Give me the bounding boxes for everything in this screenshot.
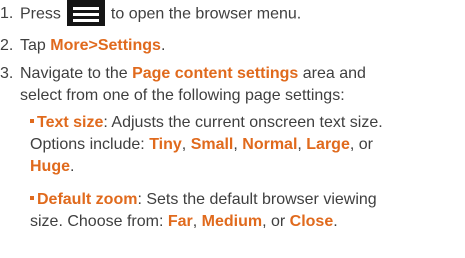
step-text: select from one of the following page se… [20, 87, 345, 104]
step-text: to open the browser menu. [110, 5, 302, 23]
step-text: Tap [20, 37, 46, 54]
step-text: Press [20, 5, 61, 23]
bullet-square-icon [30, 196, 34, 201]
option-title: Text size [37, 114, 104, 131]
menu-settings: Settings [97, 37, 161, 54]
option-title: Default zoom [37, 191, 138, 208]
bullet-square-icon [30, 119, 34, 124]
menu-more: More [50, 37, 89, 54]
path-separator: > [88, 37, 98, 54]
step-number: 3. [0, 65, 14, 82]
page-content-settings: Page content settings [132, 65, 299, 82]
bullet-text-size: Text size: Adjusts the current onscreen … [30, 114, 383, 175]
step-number: 2. [0, 37, 14, 54]
step-number: 1. [0, 5, 14, 22]
menu-key-icon [66, 0, 105, 26]
bullet-default-zoom: Default zoom: Sets the default browser v… [30, 191, 377, 230]
